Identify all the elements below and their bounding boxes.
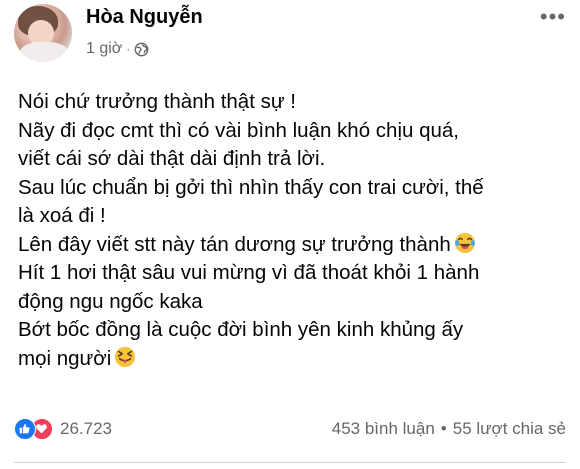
post-timestamp[interactable]: 1 giờ bbox=[86, 40, 122, 58]
reaction-icons bbox=[14, 418, 54, 440]
stats-separator: • bbox=[440, 419, 447, 438]
post-line: Sau lúc chuẩn bị gởi thì nhìn thấy con t… bbox=[18, 175, 484, 199]
footer-divider bbox=[14, 462, 566, 463]
author-name[interactable]: Hòa Nguyễn bbox=[86, 6, 203, 29]
post-content: Nói chứ trưởng thành thật sự ! Nãy đi đọ… bbox=[18, 88, 568, 373]
post-line: là xoá đi ! bbox=[18, 204, 106, 227]
facebook-post: Hòa Nguyễn 1 giờ · ••• Nói chứ trưởng th… bbox=[0, 0, 580, 469]
post-line: viết cái sớ dài thật dài định trả lời. bbox=[18, 147, 326, 170]
post-line-text: Lên đây viết stt này tán dương sự trưởng… bbox=[18, 232, 451, 256]
post-header: Hòa Nguyễn 1 giờ · ••• bbox=[14, 4, 570, 64]
post-line: Nói chứ trưởng thành thật sự ! bbox=[18, 90, 296, 113]
more-options-icon[interactable]: ••• bbox=[540, 6, 566, 28]
post-line-with-emoji: Lên đây viết stt này tán dương sự trưởng… bbox=[18, 231, 568, 260]
reactions-summary[interactable]: 26.723 bbox=[14, 418, 112, 440]
post-line-with-emoji: mọi người bbox=[18, 345, 568, 374]
post-line: Bớt bốc đồng là cuộc đời bình yên kinh k… bbox=[18, 318, 464, 341]
reaction-count: 26.723 bbox=[60, 419, 112, 438]
meta-separator: · bbox=[126, 42, 131, 56]
post-line-text: mọi người bbox=[18, 346, 112, 370]
comment-count[interactable]: 453 bình luận bbox=[332, 419, 435, 439]
globe-icon[interactable] bbox=[134, 42, 149, 57]
share-count[interactable]: 55 lượt chia sẻ bbox=[453, 419, 566, 439]
like-icon bbox=[14, 418, 36, 440]
post-footer: 26.723 453 bình luận • 55 lượt chia sẻ bbox=[14, 414, 566, 444]
author-avatar[interactable] bbox=[14, 4, 72, 62]
tears-of-joy-emoji-icon bbox=[454, 232, 475, 253]
post-line: động ngu ngốc kaka bbox=[18, 289, 203, 313]
engagement-stats: 453 bình luận • 55 lượt chia sẻ bbox=[332, 419, 566, 439]
post-meta: 1 giờ · bbox=[86, 40, 149, 58]
avatar-shirt bbox=[20, 42, 68, 62]
squinting-tongue-emoji-icon bbox=[115, 346, 136, 367]
post-line: Nãy đi đọc cmt thì có vài bình luận khó … bbox=[18, 118, 460, 142]
post-line: Hít 1 hơi thật sâu vui mừng vì đã thoát … bbox=[18, 261, 480, 284]
